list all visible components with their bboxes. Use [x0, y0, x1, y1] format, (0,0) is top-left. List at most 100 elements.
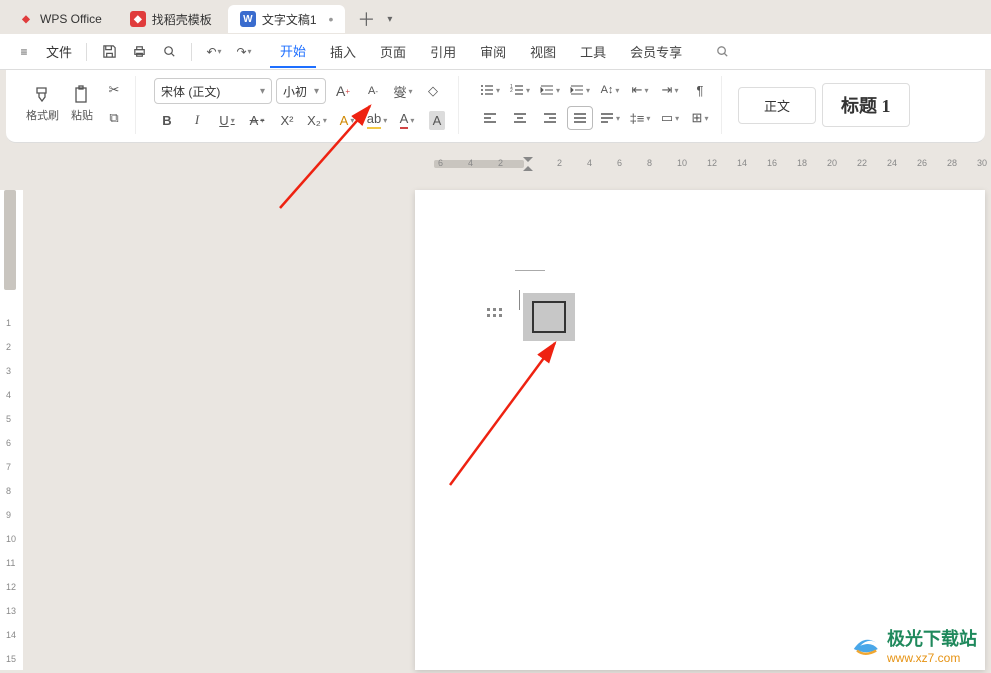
- new-tab-button[interactable]: ＋: [349, 6, 383, 32]
- cursor-guide: [515, 270, 545, 271]
- change-case-button[interactable]: A: [334, 108, 360, 132]
- menu-tab-review[interactable]: 审阅: [470, 36, 516, 67]
- number-list-button[interactable]: 12: [507, 78, 533, 102]
- phonetic-button[interactable]: 燮: [390, 79, 416, 103]
- vruler-tick: 5: [6, 414, 11, 424]
- menu-tab-member[interactable]: 会员专享: [620, 36, 692, 67]
- vruler-tick: 2: [6, 342, 11, 352]
- copy-button[interactable]: ⧉: [101, 106, 127, 130]
- indent-marker-icon[interactable]: [522, 153, 534, 173]
- format-painter-button[interactable]: 格式刷: [22, 81, 63, 127]
- align-left-button[interactable]: [477, 106, 503, 130]
- ruler-margin-indicator: [434, 160, 524, 168]
- format-painter-label: 格式刷: [26, 107, 59, 123]
- align-justify-button[interactable]: [567, 106, 593, 130]
- tab-dirty-indicator: •: [329, 11, 334, 27]
- ruler-tick: 28: [947, 158, 957, 168]
- horizontal-ruler[interactable]: 6 4 2 2 4 6 8 10 12 14 16 18 20 22 24 26…: [410, 156, 991, 174]
- line-spacing-button[interactable]: ‡≡: [627, 106, 653, 130]
- font-color-button[interactable]: A: [394, 108, 420, 132]
- tab-list-dropdown[interactable]: ▾: [387, 14, 392, 25]
- watermark: 极光下载站 www.xz7.com: [849, 625, 977, 665]
- text-cursor: [519, 290, 520, 310]
- vruler-tick: 13: [6, 606, 16, 616]
- template-tab[interactable]: ◆ 找稻壳模板: [118, 5, 224, 33]
- app-tab[interactable]: ◆ WPS Office: [6, 5, 114, 33]
- ruler-tick: 22: [857, 158, 867, 168]
- preview-button[interactable]: [155, 38, 183, 66]
- ruler-tick: 16: [767, 158, 777, 168]
- ruler-tick: 6: [438, 158, 443, 168]
- menu-tab-view[interactable]: 视图: [520, 36, 566, 67]
- print-button[interactable]: [125, 38, 153, 66]
- rectangle-shape[interactable]: [532, 301, 566, 333]
- font-size-select[interactable]: 小初: [276, 78, 326, 104]
- vruler-tick: 6: [6, 438, 11, 448]
- align-center-button[interactable]: [507, 106, 533, 130]
- increase-indent-button[interactable]: [567, 78, 593, 102]
- brush-icon: [33, 85, 53, 105]
- font-family-select[interactable]: 宋体 (正文): [154, 78, 272, 104]
- subscript-button[interactable]: X₂: [304, 108, 330, 132]
- svg-text:2: 2: [510, 88, 513, 94]
- vruler-tick: 14: [6, 630, 16, 640]
- clear-format-button[interactable]: ◇: [420, 79, 446, 103]
- vruler-tick: 15: [6, 654, 16, 664]
- vruler-margin-indicator: [4, 190, 16, 290]
- cut-button[interactable]: ✂: [101, 78, 127, 102]
- italic-button[interactable]: I: [184, 108, 210, 132]
- search-button[interactable]: [708, 38, 736, 66]
- menu-tab-reference[interactable]: 引用: [420, 36, 466, 67]
- show-marks-button[interactable]: ¶: [687, 78, 713, 102]
- increase-font-button[interactable]: A+: [330, 79, 356, 103]
- paste-button[interactable]: 粘贴: [67, 81, 97, 127]
- quick-access: ≡ 文件 ↶▾ ↷▾: [10, 38, 258, 66]
- file-menu[interactable]: 文件: [40, 42, 78, 61]
- text-direction-button[interactable]: A↕: [597, 78, 623, 102]
- document-tab[interactable]: W 文字文稿1 •: [228, 5, 346, 33]
- bold-button[interactable]: B: [154, 108, 180, 132]
- menu-icon[interactable]: ≡: [10, 38, 38, 66]
- ruler-tick: 2: [498, 158, 503, 168]
- vruler-tick: 11: [6, 558, 15, 568]
- outdent-left-button[interactable]: ⇤: [627, 78, 653, 102]
- style-normal[interactable]: 正文: [738, 87, 816, 124]
- style-heading1[interactable]: 标题 1: [822, 83, 910, 127]
- separator: [191, 43, 192, 61]
- ruler-tick: 6: [617, 158, 622, 168]
- ruler-tick: 8: [647, 158, 652, 168]
- vruler-tick: 10: [6, 534, 16, 544]
- menu-tab-home[interactable]: 开始: [270, 35, 316, 68]
- borders-button[interactable]: ⊞: [687, 106, 713, 130]
- superscript-button[interactable]: X²: [274, 108, 300, 132]
- distribute-button[interactable]: [597, 106, 623, 130]
- ruler-tick: 24: [887, 158, 897, 168]
- char-shading-button[interactable]: A: [424, 108, 450, 132]
- underline-button[interactable]: U: [214, 108, 240, 132]
- menu-tab-tools[interactable]: 工具: [570, 36, 616, 67]
- redo-button[interactable]: ↷▾: [230, 38, 258, 66]
- vruler-tick: 9: [6, 510, 11, 520]
- decrease-font-button[interactable]: A-: [360, 79, 386, 103]
- menu-tab-insert[interactable]: 插入: [320, 36, 366, 67]
- wps-logo-icon: ◆: [18, 11, 34, 27]
- watermark-url: www.xz7.com: [887, 651, 977, 665]
- ruler-tick: 10: [677, 158, 687, 168]
- indent-right-button[interactable]: ⇥: [657, 78, 683, 102]
- document-page[interactable]: [415, 190, 985, 670]
- ruler-tick: 14: [737, 158, 747, 168]
- vruler-tick: 8: [6, 486, 11, 496]
- ruler-tick: 4: [468, 158, 473, 168]
- decrease-indent-button[interactable]: [537, 78, 563, 102]
- menu-tab-page[interactable]: 页面: [370, 36, 416, 67]
- highlight-button[interactable]: ab: [364, 108, 390, 132]
- vruler-tick: 7: [6, 462, 11, 472]
- strikethrough-button[interactable]: A: [244, 108, 270, 132]
- drag-handle-icon[interactable]: [487, 308, 503, 318]
- selected-shape[interactable]: [523, 293, 575, 341]
- shading-button[interactable]: ▭: [657, 106, 683, 130]
- bullet-list-button[interactable]: [477, 78, 503, 102]
- align-right-button[interactable]: [537, 106, 563, 130]
- save-button[interactable]: [95, 38, 123, 66]
- undo-button[interactable]: ↶▾: [200, 38, 228, 66]
